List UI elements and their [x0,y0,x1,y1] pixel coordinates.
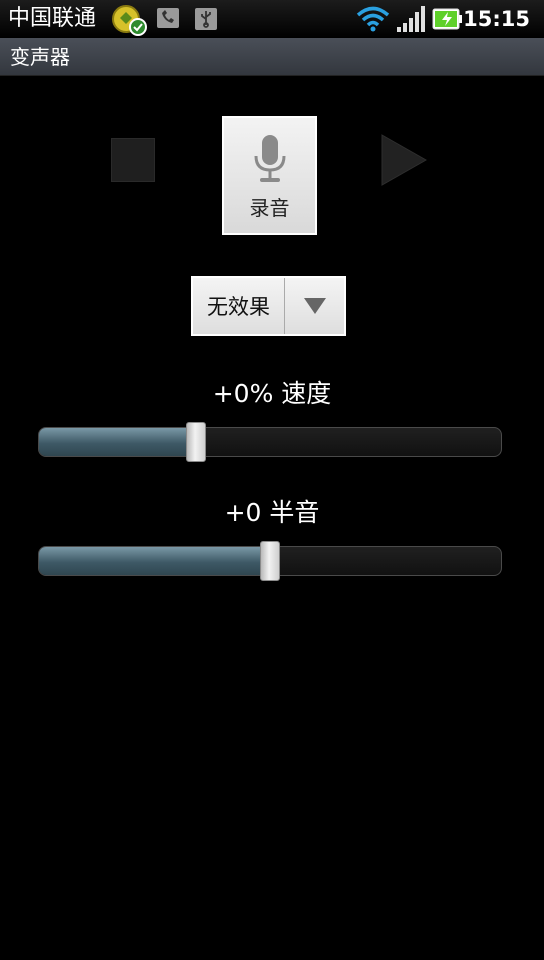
app-title: 变声器 [10,45,70,69]
signal-icon [396,5,426,37]
record-label: 录音 [249,196,290,220]
usb-icon [194,7,218,35]
effect-selected-value: 无效果 [193,278,285,334]
status-bar: 中国联通 15:15 [0,0,544,38]
status-clock: 15:15 [463,7,530,31]
phone-notification-icon [156,7,180,33]
app-notification-icon [110,4,148,40]
battery-charging-icon [432,5,464,37]
dropdown-arrow-icon[interactable] [285,278,344,334]
effect-dropdown[interactable]: 无效果 [191,276,346,336]
pitch-slider[interactable] [38,541,502,581]
wifi-icon [356,5,390,37]
pitch-slider-fill [39,547,270,575]
play-button[interactable] [381,134,428,186]
speed-slider[interactable] [38,422,502,462]
play-icon [381,134,428,190]
speed-label: +0% 速度 [212,379,332,408]
microphone-icon [253,134,287,190]
pitch-slider-thumb[interactable] [260,541,280,581]
speed-slider-fill [39,428,197,456]
app-screen: 中国联通 15:15 变声器 录音 无效果 +0% 速度 +0 半音 [0,0,544,960]
speed-slider-thumb[interactable] [186,422,207,462]
stop-button[interactable] [111,138,155,182]
carrier-name: 中国联通 [8,6,97,31]
title-bar: 变声器 [0,38,544,76]
record-button[interactable]: 录音 [222,116,317,235]
pitch-label: +0 半音 [224,498,320,527]
